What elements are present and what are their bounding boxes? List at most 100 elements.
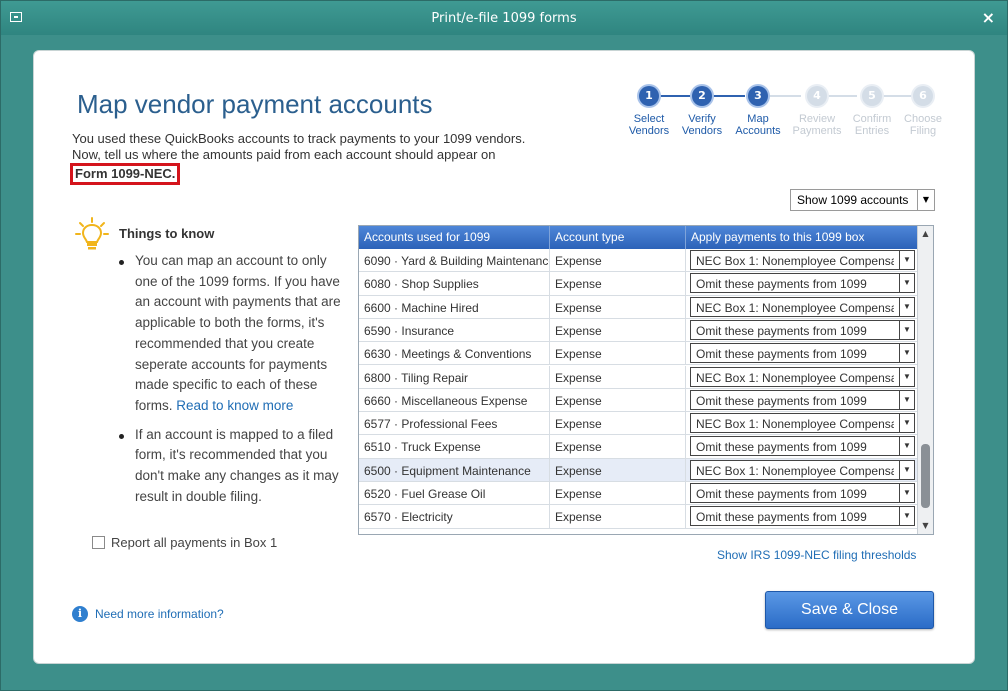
scrollbar-thumb[interactable] <box>921 444 930 508</box>
info-icon[interactable]: i <box>72 606 88 622</box>
table-row[interactable]: 6520 · Fuel Grease Oil Expense Omit these … <box>359 482 917 506</box>
page-title: Map vendor payment accounts <box>77 89 433 119</box>
step-number: 6 <box>913 86 933 106</box>
column-divider <box>549 505 550 529</box>
step-label: Select Vendors <box>628 113 670 137</box>
column-divider <box>549 226 550 249</box>
need-more-info-link[interactable]: Need more information? <box>95 607 224 621</box>
step-number: 1 <box>639 86 659 106</box>
step-choose-filing: 6 Choose Filing <box>896 86 950 137</box>
chevron-down-icon[interactable]: ▼ <box>899 484 914 502</box>
account-type-cell: Expense <box>555 347 602 362</box>
column-header-box[interactable]: Apply payments to this 1099 box <box>691 230 864 244</box>
account-cell: 6090 · Yard & Building Maintenance <box>364 254 549 268</box>
column-divider <box>685 342 686 366</box>
box-mapping-select[interactable]: Omit these payments from 1099 ▼ <box>690 483 915 503</box>
step-select-vendors[interactable]: 1 Select Vendors <box>622 86 676 137</box>
box-mapping-select[interactable]: NEC Box 1: Nonemployee Compensation ▼ <box>690 413 915 434</box>
account-type-cell: Expense <box>555 510 602 525</box>
box-mapping-select[interactable]: Omit these payments from 1099 ▼ <box>690 389 915 410</box>
column-divider <box>685 482 686 505</box>
column-divider <box>685 412 686 436</box>
chevron-down-icon[interactable]: ▼ <box>899 507 914 526</box>
chevron-down-icon[interactable]: ▼ <box>899 274 914 293</box>
step-number: 5 <box>862 86 882 106</box>
table-row[interactable]: 6500 · Equipment Maintenance Expense NEC B… <box>359 458 917 482</box>
box-mapping-select[interactable]: NEC Box 1: Nonemployee Compensation ▼ <box>690 459 915 480</box>
chevron-down-icon[interactable]: ▼ <box>899 367 914 386</box>
table-row[interactable]: 6577 · Professional Fees Expense NEC Box 1… <box>359 412 917 436</box>
account-cell: 6630 · Meetings & Conventions <box>364 347 532 362</box>
table-row[interactable]: 6510 · Truck Expense Expense Omit these pa… <box>359 435 917 459</box>
step-label: Choose Filing <box>904 113 942 137</box>
column-divider <box>685 458 686 482</box>
chevron-down-icon[interactable]: ▼ <box>917 190 934 210</box>
account-filter-value: Show 1099 accounts <box>797 193 909 207</box>
column-header-account[interactable]: Accounts used for 1099 <box>364 230 490 244</box>
chevron-down-icon[interactable]: ▼ <box>899 344 914 363</box>
step-verify-vendors[interactable]: 2 Verify Vendors <box>675 86 729 137</box>
irs-thresholds-link[interactable]: Show IRS 1099-NEC filing thresholds <box>717 548 916 562</box>
column-divider <box>549 458 550 482</box>
read-more-link[interactable]: Read to know more <box>176 398 293 413</box>
column-divider <box>685 318 686 342</box>
table-row[interactable]: 6080 · Shop Supplies Expense Omit these pa… <box>359 272 917 296</box>
box-mapping-value: Omit these payments from 1099 <box>696 323 867 338</box>
box-mapping-select[interactable]: NEC Box 1: Nonemployee Compensation ▼ <box>690 366 915 387</box>
table-row[interactable]: 6630 · Meetings & Conventions Expense Omit… <box>359 342 917 366</box>
chevron-down-icon[interactable]: ▼ <box>899 297 914 316</box>
chevron-down-icon[interactable]: ▼ <box>899 414 914 433</box>
box-mapping-select[interactable]: Omit these payments from 1099 ▼ <box>690 436 915 457</box>
step-label: Confirm Entries <box>852 113 892 137</box>
box-mapping-select[interactable]: Omit these payments from 1099 ▼ <box>690 319 915 340</box>
box-mapping-select[interactable]: Omit these payments from 1099 ▼ <box>690 343 915 364</box>
intro-text: You used these QuickBooks accounts to tr… <box>70 131 552 185</box>
column-divider <box>549 388 550 412</box>
scroll-up-icon[interactable]: ▲ <box>918 226 933 242</box>
column-divider <box>549 249 550 272</box>
account-cell: 6570 · Electricity <box>364 510 453 525</box>
table-row[interactable]: 6800 · Tiling Repair Expense NEC Box 1: No… <box>359 365 917 389</box>
column-divider <box>685 249 686 272</box>
step-number: 2 <box>692 86 712 106</box>
table-scrollbar[interactable]: ▲ ▼ <box>917 226 933 534</box>
box-mapping-value: Omit these payments from 1099 <box>696 487 867 501</box>
step-number: 4 <box>807 86 827 106</box>
list-item: If an account is mapped to a filed form,… <box>116 425 346 508</box>
column-divider <box>685 226 686 249</box>
chevron-down-icon[interactable]: ▼ <box>899 251 914 269</box>
box-mapping-select[interactable]: Omit these payments from 1099 ▼ <box>690 273 915 294</box>
box-mapping-select[interactable]: Omit these payments from 1099 ▼ <box>690 506 915 527</box>
account-filter-select[interactable]: Show 1099 accounts ▼ <box>790 189 935 211</box>
table-row[interactable]: 6570 · Electricity Expense Omit these paym… <box>359 505 917 529</box>
table-row[interactable]: 6660 · Miscellaneous Expense Expense Omit … <box>359 388 917 413</box>
account-mapping-table: Accounts used for 1099 Account type Appl… <box>358 225 934 535</box>
save-close-button[interactable]: Save & Close <box>765 591 934 629</box>
chevron-down-icon[interactable]: ▼ <box>899 320 914 339</box>
column-divider <box>549 482 550 505</box>
column-divider <box>549 272 550 296</box>
title-bar[interactable]: Print/e-file 1099 forms × <box>1 1 1007 35</box>
step-map-accounts[interactable]: 3 Map Accounts <box>731 86 785 137</box>
account-cell: 6500 · Equipment Maintenance <box>364 463 531 478</box>
account-cell: 6080 · Shop Supplies <box>364 277 479 292</box>
box-mapping-select[interactable]: NEC Box 1: Nonemployee Compensation ▼ <box>690 250 915 270</box>
chevron-down-icon[interactable]: ▼ <box>899 390 914 409</box>
report-all-checkbox-row[interactable]: Report all payments in Box 1 <box>92 535 277 550</box>
close-icon[interactable]: × <box>982 8 995 27</box>
account-type-cell: Expense <box>555 277 602 292</box>
table-row[interactable]: 6090 · Yard & Building Maintenance Expens… <box>359 249 917 273</box>
column-header-type[interactable]: Account type <box>555 230 624 244</box>
chevron-down-icon[interactable]: ▼ <box>899 460 914 479</box>
account-cell: 6520 · Fuel Grease Oil <box>364 487 486 501</box>
report-all-checkbox[interactable] <box>92 536 105 549</box>
box-mapping-value: NEC Box 1: Nonemployee Compensation <box>696 463 894 478</box>
chevron-down-icon[interactable]: ▼ <box>899 437 914 456</box>
table-row[interactable]: 6600 · Machine Hired Expense NEC Box 1: No… <box>359 295 917 319</box>
account-type-cell: Expense <box>555 393 602 408</box>
table-row[interactable]: 6590 · Insurance Expense Omit these paymen… <box>359 318 917 343</box>
scroll-down-icon[interactable]: ▼ <box>918 518 933 534</box>
step-review-payments: 4 Review Payments <box>790 86 844 137</box>
report-all-label: Report all payments in Box 1 <box>111 535 278 550</box>
box-mapping-select[interactable]: NEC Box 1: Nonemployee Compensation ▼ <box>690 296 915 317</box>
